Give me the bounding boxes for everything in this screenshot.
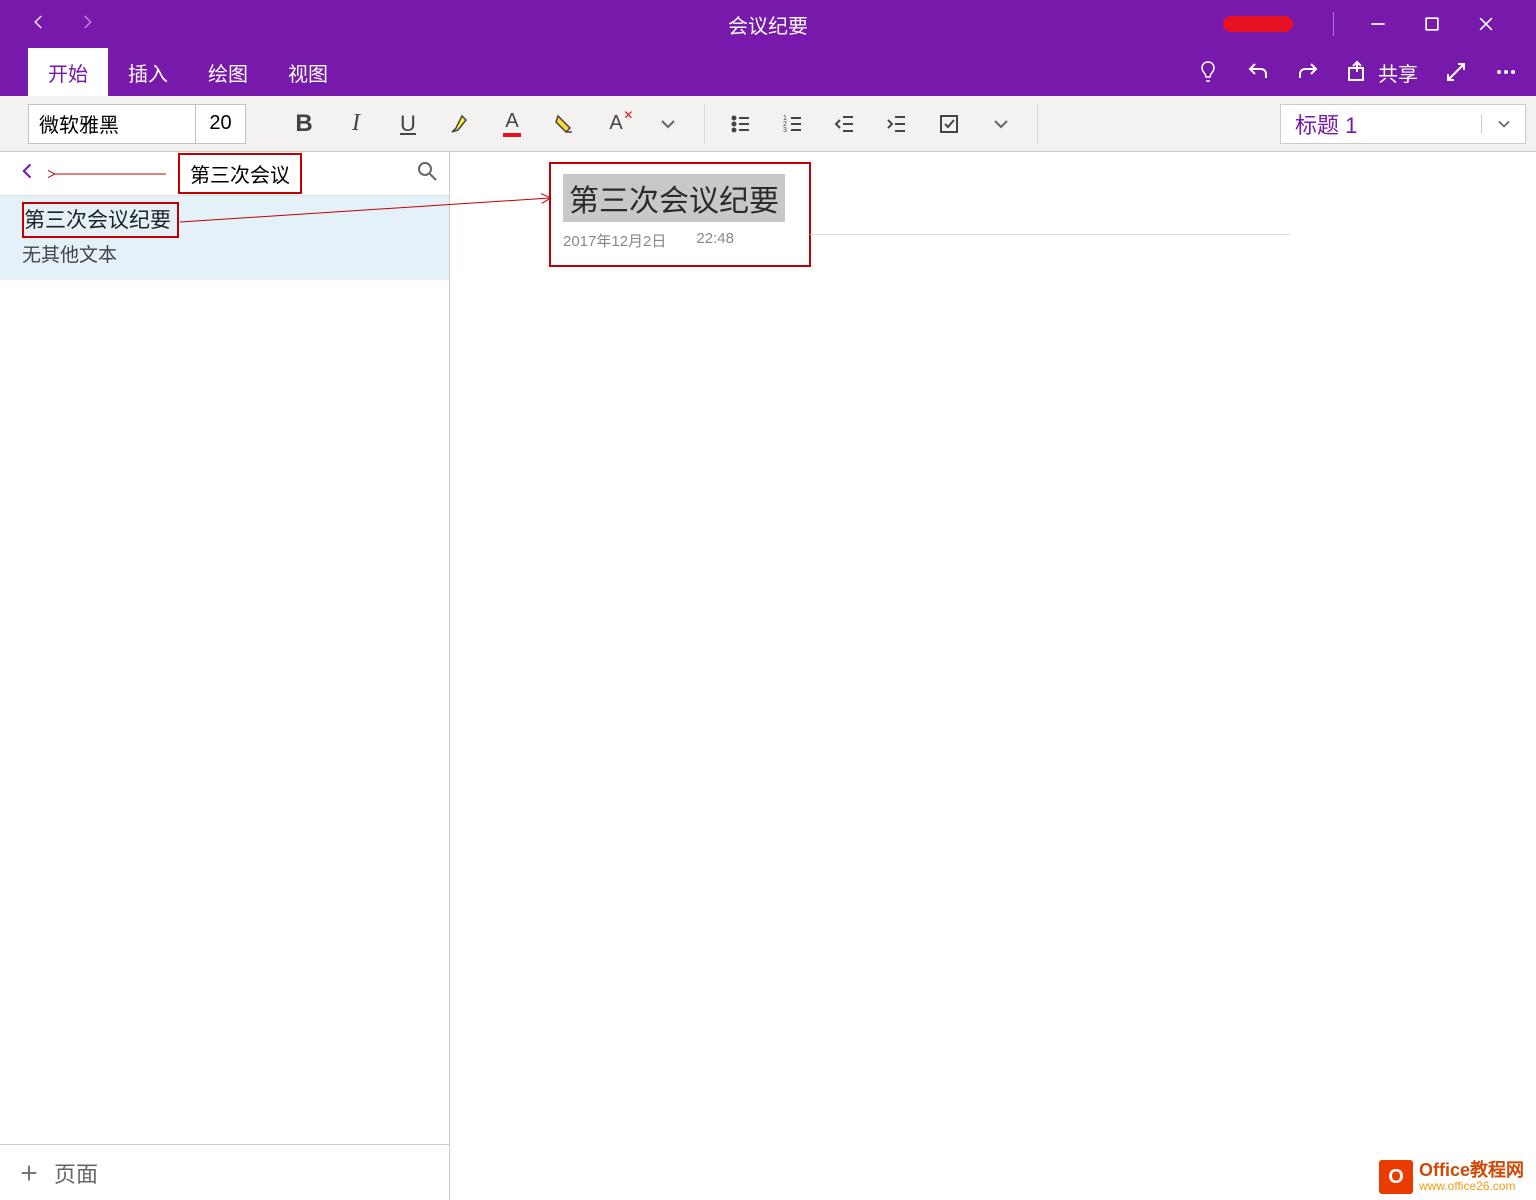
font-selector[interactable]: 微软雅黑 20 [28, 104, 246, 144]
style-dropdown[interactable] [1481, 114, 1525, 134]
note-title-container[interactable]: 第三次会议纪要 2017年12月2日 22:48 [549, 162, 811, 267]
redo-button[interactable] [1296, 60, 1320, 84]
add-page-label: 页面 [54, 1157, 98, 1189]
maximize-button[interactable] [1422, 14, 1442, 34]
note-date: 2017年12月2日 [563, 230, 666, 251]
font-name-input[interactable]: 微软雅黑 [29, 105, 195, 143]
indent-button[interactable] [875, 104, 919, 144]
share-button[interactable]: 共享 [1346, 58, 1418, 87]
search-input[interactable]: 第三次会议 [178, 153, 302, 194]
toolbar-separator [1037, 104, 1038, 144]
nav-back-button[interactable] [30, 13, 48, 36]
paragraph-dropdown[interactable] [979, 104, 1023, 144]
page-item-subtitle: 无其他文本 [22, 240, 427, 267]
underline-button[interactable]: U [386, 104, 430, 144]
style-selector[interactable]: 标题 1 [1281, 108, 1481, 140]
page-item-title: 第三次会议纪要 [22, 202, 179, 238]
account-redacted [1223, 16, 1293, 32]
italic-button[interactable]: I [334, 104, 378, 144]
bold-button[interactable]: B [282, 104, 326, 144]
todo-button[interactable] [927, 104, 971, 144]
nav-up-button[interactable] [18, 161, 38, 186]
minimize-button[interactable] [1368, 14, 1388, 34]
tab-insert[interactable]: 插入 [108, 48, 188, 96]
page-sidebar: 第三次会议 第三次会议纪要 无其他文本 页面 [0, 152, 450, 1200]
outdent-button[interactable] [823, 104, 867, 144]
highlight-button[interactable] [438, 104, 482, 144]
share-label: 共享 [1378, 58, 1418, 87]
window-title: 会议纪要 [728, 10, 808, 39]
tab-home[interactable]: 开始 [28, 48, 108, 96]
office-logo-icon: O [1379, 1160, 1413, 1194]
clear-format-button[interactable] [542, 104, 586, 144]
page-list-item[interactable]: 第三次会议纪要 无其他文本 [0, 196, 449, 280]
add-page-button[interactable]: 页面 [0, 1144, 449, 1200]
ribbon: 开始 插入 绘图 视图 共享 [0, 48, 1536, 96]
svg-text:3: 3 [783, 127, 787, 134]
font-color-button[interactable]: A [490, 104, 534, 144]
formatting-toolbar: 微软雅黑 20 B I U A A✕ 123 标题 1 [0, 96, 1536, 152]
tab-draw[interactable]: 绘图 [188, 48, 268, 96]
more-button[interactable] [1494, 60, 1518, 84]
fullscreen-button[interactable] [1444, 60, 1468, 84]
font-dropdown[interactable] [646, 104, 690, 144]
tab-view[interactable]: 视图 [268, 48, 348, 96]
title-bar: 会议纪要 [0, 0, 1536, 48]
content-area: 第三次会议 第三次会议纪要 无其他文本 页面 第三次会议纪要 2017年12月2… [0, 152, 1536, 1200]
toolbar-separator [704, 104, 705, 144]
bullet-list-button[interactable] [719, 104, 763, 144]
close-button[interactable] [1476, 14, 1496, 34]
divider [1333, 12, 1334, 36]
note-title[interactable]: 第三次会议纪要 [563, 174, 785, 222]
tell-me-icon[interactable] [1196, 60, 1220, 84]
title-underline [810, 234, 1290, 235]
note-canvas[interactable]: 第三次会议纪要 2017年12月2日 22:48 O Office教程网 www… [450, 152, 1536, 1200]
font-size-input[interactable]: 20 [195, 105, 245, 143]
watermark-line2: www.office26.com [1419, 1180, 1524, 1193]
nav-forward-button[interactable] [78, 13, 96, 36]
undo-button[interactable] [1246, 60, 1270, 84]
number-list-button[interactable]: 123 [771, 104, 815, 144]
format-brush-button[interactable]: A✕ [594, 104, 638, 144]
note-time: 22:48 [696, 230, 734, 251]
search-icon[interactable] [415, 159, 439, 188]
watermark-line1: Office教程网 [1419, 1161, 1524, 1181]
watermark: O Office教程网 www.office26.com [1379, 1160, 1524, 1194]
